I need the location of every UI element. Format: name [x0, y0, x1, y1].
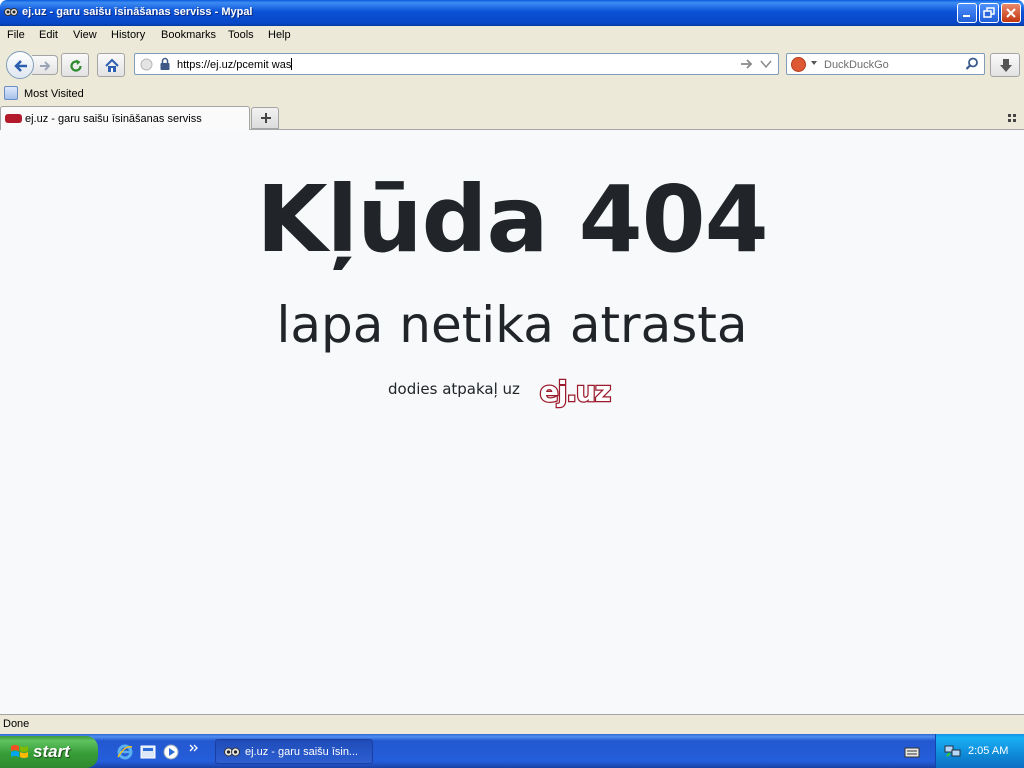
menu-bar: File Edit View History Bookmarks Tools H…	[0, 26, 1024, 46]
title-bar[interactable]: ej.uz - garu saišu īsināšanas serviss - …	[0, 0, 1024, 26]
plus-icon	[261, 113, 271, 123]
back-button[interactable]	[6, 51, 34, 79]
duckduckgo-icon[interactable]	[791, 57, 806, 72]
reload-icon	[70, 59, 82, 72]
home-button[interactable]	[97, 53, 125, 77]
restore-icon	[983, 7, 995, 18]
quicklaunch-chevron-icon[interactable]	[189, 743, 199, 753]
restore-button[interactable]	[979, 3, 999, 23]
keyboard-icon[interactable]	[904, 745, 920, 759]
mypal-task-icon	[224, 747, 240, 757]
network-icon[interactable]	[944, 744, 962, 758]
system-tray: 2:05 AM	[935, 734, 1024, 768]
minimize-button[interactable]	[957, 3, 977, 23]
url-input[interactable]: https://ej.uz/pcemit was	[177, 58, 293, 71]
menu-edit[interactable]: Edit	[39, 29, 58, 41]
navigation-toolbar: https://ej.uz/pcemit was DuckDuckGo	[0, 46, 1024, 82]
error-heading: Kļūda 404	[256, 166, 768, 273]
home-icon	[105, 58, 119, 72]
close-icon	[1006, 8, 1016, 18]
menu-history[interactable]: History	[111, 29, 145, 41]
taskbar: start ej.uz - garu saišu īsin... 2:05 AM	[0, 734, 1024, 768]
mypal-app-icon	[4, 8, 18, 16]
ej-uz-logo: ej.uz	[540, 375, 610, 408]
start-button[interactable]: start	[0, 736, 98, 768]
status-text: Done	[3, 718, 30, 730]
clock[interactable]: 2:05 AM	[968, 745, 1008, 757]
tab-ej-uz[interactable]: ej.uz - garu saišu īsināšanas serviss	[0, 106, 250, 130]
close-button[interactable]	[1001, 3, 1021, 23]
back-text: dodies atpakaļ uz	[388, 380, 520, 398]
tab-bar: ej.uz - garu saišu īsināšanas serviss	[0, 106, 1024, 130]
new-tab-button[interactable]	[251, 107, 279, 129]
forward-button[interactable]	[32, 55, 58, 75]
status-bar: Done	[0, 714, 1024, 734]
menu-tools[interactable]: Tools	[228, 29, 254, 41]
show-desktop-icon[interactable]	[139, 743, 157, 761]
downloads-button[interactable]	[990, 53, 1020, 77]
menu-view[interactable]: View	[73, 29, 97, 41]
windows-flag-icon	[11, 745, 28, 758]
forward-arrow-icon	[40, 61, 51, 71]
menu-help[interactable]: Help	[268, 29, 291, 41]
window-title: ej.uz - garu saišu īsināšanas serviss - …	[22, 6, 253, 18]
most-visited-icon	[4, 86, 18, 100]
search-icon[interactable]	[965, 57, 979, 71]
search-input[interactable]: DuckDuckGo	[824, 59, 889, 71]
error-subheading: lapa netika atrasta	[276, 296, 748, 354]
internet-explorer-icon[interactable]	[116, 743, 134, 761]
reload-button[interactable]	[61, 53, 89, 77]
media-player-icon[interactable]	[162, 743, 180, 761]
ej-uz-favicon-icon	[5, 114, 22, 123]
go-arrow-icon[interactable]	[740, 58, 754, 70]
page-content: Kļūda 404 lapa netika atrasta dodies atp…	[0, 130, 1024, 714]
tab-label: ej.uz - garu saišu īsināšanas serviss	[25, 113, 202, 125]
start-label: start	[33, 742, 70, 761]
site-identity-icon[interactable]	[140, 58, 153, 71]
bookmark-most-visited[interactable]: Most Visited	[24, 88, 84, 100]
search-bar[interactable]: DuckDuckGo	[786, 53, 985, 75]
bookmarks-toolbar: Most Visited	[0, 82, 1024, 106]
taskbar-window-button[interactable]: ej.uz - garu saišu īsin...	[215, 739, 373, 764]
minimize-icon	[963, 15, 970, 17]
list-all-tabs-icon[interactable]	[1008, 114, 1018, 124]
engine-dropdown-icon[interactable]	[810, 59, 818, 67]
address-bar[interactable]: https://ej.uz/pcemit was	[134, 53, 779, 75]
menu-file[interactable]: File	[7, 29, 25, 41]
download-arrow-icon	[1000, 59, 1012, 72]
ej-uz-logo-link[interactable]: ej.uz	[530, 373, 620, 409]
url-dropdown-icon[interactable]	[760, 59, 772, 69]
lock-icon	[160, 57, 170, 70]
menu-bookmarks[interactable]: Bookmarks	[161, 29, 216, 41]
task-label: ej.uz - garu saišu īsin...	[245, 746, 359, 758]
back-arrow-icon	[14, 60, 27, 72]
